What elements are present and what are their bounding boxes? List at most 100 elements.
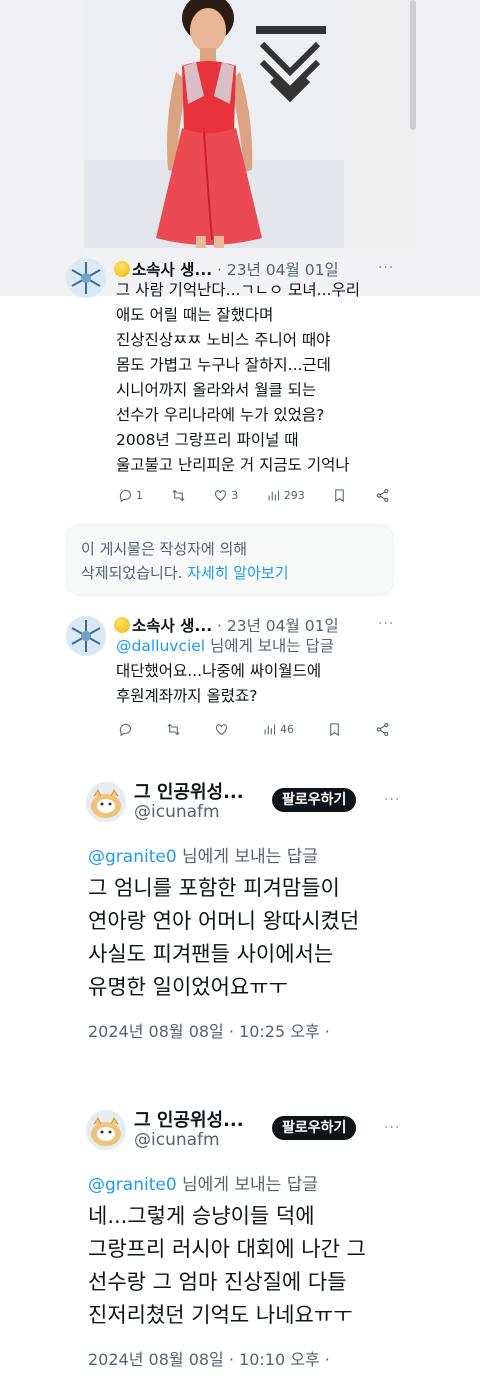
text-line: 진저리쳤던 기억도 나네요ㅠㅜ <box>88 1303 353 1327</box>
text-line: 그랑프리 러시아 대회에 나간 그 <box>88 1237 366 1261</box>
avatar[interactable] <box>86 782 126 822</box>
views-icon <box>268 490 279 501</box>
deleted-text-line-2: 삭제되었습니다. 자세히 알아보기 <box>81 561 379 585</box>
like-button[interactable]: 3 <box>213 488 238 503</box>
bookmark-button[interactable] <box>332 488 347 503</box>
reply-button[interactable]: 1 <box>118 488 143 503</box>
reply-button[interactable] <box>118 722 133 737</box>
action-bar: 46 <box>118 722 390 737</box>
bookmark-button[interactable] <box>327 722 342 737</box>
text-line: 사실도 피겨팬들 사이에서는 <box>88 942 334 966</box>
author-name[interactable]: 그 인공위성... <box>134 1106 244 1132</box>
reply-suffix: 님에게 보내는 답글 <box>176 847 318 867</box>
scrollbar[interactable] <box>410 0 416 130</box>
text-line: 유명한 일이었어요ㅠㅜ <box>88 975 288 999</box>
share-button[interactable] <box>375 488 390 503</box>
deleted-text: 이 게시물은 작성자에 의해 <box>81 540 248 558</box>
like-button[interactable] <box>214 722 229 737</box>
text-line: 몸도 가볍고 누구나 잘하지...근데 <box>116 356 331 374</box>
author-line: 소속사 생... · 23년 04월 01일 <box>114 614 339 636</box>
skater-photo <box>84 0 344 248</box>
avatar[interactable] <box>66 616 106 656</box>
retweet-button[interactable] <box>166 722 181 737</box>
bookmark-icon <box>335 489 345 503</box>
more-options-icon[interactable]: ··· <box>384 792 400 808</box>
tweet-text: 네...그렇게 승냥이들 덕에 그랑프리 러시아 대회에 나간 그 선수랑 그 … <box>88 1200 408 1332</box>
more-options-icon[interactable]: ··· <box>384 1120 400 1136</box>
text-line: 그 사람 기억난다...ㄱㄴㅇ 모녀...우리 <box>116 281 360 299</box>
author-name[interactable]: 그 인공위성... <box>134 778 244 804</box>
reply-count: 1 <box>136 489 143 502</box>
text-line: 진상진상ㅉㅉ 노비스 주니어 때야 <box>116 331 331 349</box>
reply-suffix: 님에게 보내는 답글 <box>176 1175 318 1195</box>
share-button[interactable] <box>375 722 390 737</box>
avatar[interactable] <box>66 258 106 298</box>
tweet-timestamp[interactable]: 2024년 08월 08일 · 10:10 오후 · <box>88 1346 330 1370</box>
follow-button[interactable]: 팔로우하기 <box>272 1116 357 1140</box>
views-count: 293 <box>283 489 305 502</box>
like-icon <box>215 490 227 502</box>
snowflake-avatar-icon <box>66 258 106 298</box>
text-line: 울고불고 난리피운 거 지금도 기억나 <box>116 456 350 474</box>
text-line: 후원계좌까지 올렸죠? <box>116 687 258 705</box>
reply-mention-link[interactable]: @granite0 <box>88 847 177 867</box>
retweet-button[interactable] <box>171 488 186 503</box>
tweet-text: 그 엄니를 포함한 피겨맘들이 연아랑 연아 어머니 왕따시켰던 사실도 피겨팬… <box>88 872 408 1004</box>
author-handle[interactable]: @icunafm <box>134 802 220 822</box>
text-line: 연아랑 연아 어머니 왕따시켰던 <box>88 909 360 933</box>
text-line: 대단했어요...나중에 싸이월드에 <box>116 662 322 680</box>
reply-icon <box>119 723 132 737</box>
like-count: 3 <box>231 489 239 502</box>
reply-to-line: @dalluvciel 님에게 보내는 답글 <box>116 634 416 659</box>
tweet-text: @dalluvciel 님에게 보내는 답글 대단했어요...나중에 싸이월드에… <box>116 634 416 709</box>
views-button[interactable]: 46 <box>262 722 294 737</box>
cat-avatar-icon <box>86 1110 126 1150</box>
avatar[interactable] <box>86 1110 126 1150</box>
tweet-2[interactable]: 소속사 생... · 23년 04월 01일 ··· @dalluvciel 님… <box>0 604 480 754</box>
like-icon <box>215 724 228 736</box>
text-line: 선수랑 그 엄마 진상질에 다들 <box>88 1270 347 1294</box>
share-icon <box>376 489 389 502</box>
share-icon <box>376 723 389 736</box>
tweet-text: 그 사람 기억난다...ㄱㄴㅇ 모녀...우리 애도 어릴 때는 잘했다며 진상… <box>116 278 416 478</box>
bookmark-icon <box>330 723 339 737</box>
emoji-icon <box>114 261 130 277</box>
tweet-1[interactable]: 소속사 생... · 23년 04월 01일 ··· 그 사람 기억난다...ㄱ… <box>0 248 480 518</box>
reply-mention-link[interactable]: @dalluvciel <box>116 637 205 655</box>
skater-image <box>84 0 344 248</box>
snowflake-avatar-icon <box>66 616 106 656</box>
reply-mention-link[interactable]: @granite0 <box>88 1175 177 1195</box>
views-button[interactable]: 293 <box>266 488 305 503</box>
author-name[interactable]: 소속사 생... <box>132 261 212 279</box>
tweet-3[interactable]: 그 인공위성... @icunafm 팔로우하기 ··· @granite0 님… <box>0 770 480 1060</box>
text-line: 시니어까지 올라와서 월클 되는 <box>116 381 317 399</box>
text-line: 네...그렇게 승냥이들 덕에 <box>88 1204 315 1228</box>
retweet-icon <box>172 489 185 502</box>
author-handle[interactable]: @icunafm <box>134 1130 220 1150</box>
author-line: 소속사 생... · 23년 04월 01일 <box>114 258 339 280</box>
text-line: 그 엄니를 포함한 피겨맘들이 <box>88 876 340 900</box>
views-count: 46 <box>280 723 294 736</box>
retweet-icon <box>167 723 180 736</box>
follow-button[interactable]: 팔로우하기 <box>272 788 357 812</box>
more-options-icon[interactable]: ··· <box>378 616 394 632</box>
text-line: 선수가 우리나라에 누가 있었음? <box>116 406 325 424</box>
reply-to-line: @granite0 님에게 보내는 답글 <box>88 1170 318 1195</box>
reply-icon <box>119 489 132 503</box>
author-name[interactable]: 소속사 생... <box>132 617 212 635</box>
tweet-timestamp[interactable]: 2024년 08월 08일 · 10:25 오후 · <box>88 1018 330 1042</box>
photo-margin-right <box>344 0 416 248</box>
post-date[interactable]: · 23년 04월 01일 <box>212 617 339 635</box>
more-options-icon[interactable]: ··· <box>378 260 394 276</box>
cat-avatar-icon <box>86 782 126 822</box>
text-line: 2008년 그랑프리 파이널 때 <box>116 431 299 449</box>
post-date[interactable]: · 23년 04월 01일 <box>212 261 339 279</box>
deleted-text-2: 삭제되었습니다. <box>81 564 188 582</box>
emoji-icon <box>114 617 130 633</box>
views-icon <box>264 724 276 735</box>
learn-more-link[interactable]: 자세히 알아보기 <box>187 564 288 582</box>
tweet-4[interactable]: 그 인공위성... @icunafm 팔로우하기 ··· @granite0 님… <box>0 1098 480 1385</box>
text-line: 애도 어릴 때는 잘했다며 <box>116 306 274 324</box>
screenshot-page: 소속사 생... · 23년 04월 01일 ··· 그 사람 기억난다...ㄱ… <box>0 0 480 1385</box>
deleted-post-notice: 이 게시물은 작성자에 의해 삭제되었습니다. 자세히 알아보기 <box>66 524 394 596</box>
